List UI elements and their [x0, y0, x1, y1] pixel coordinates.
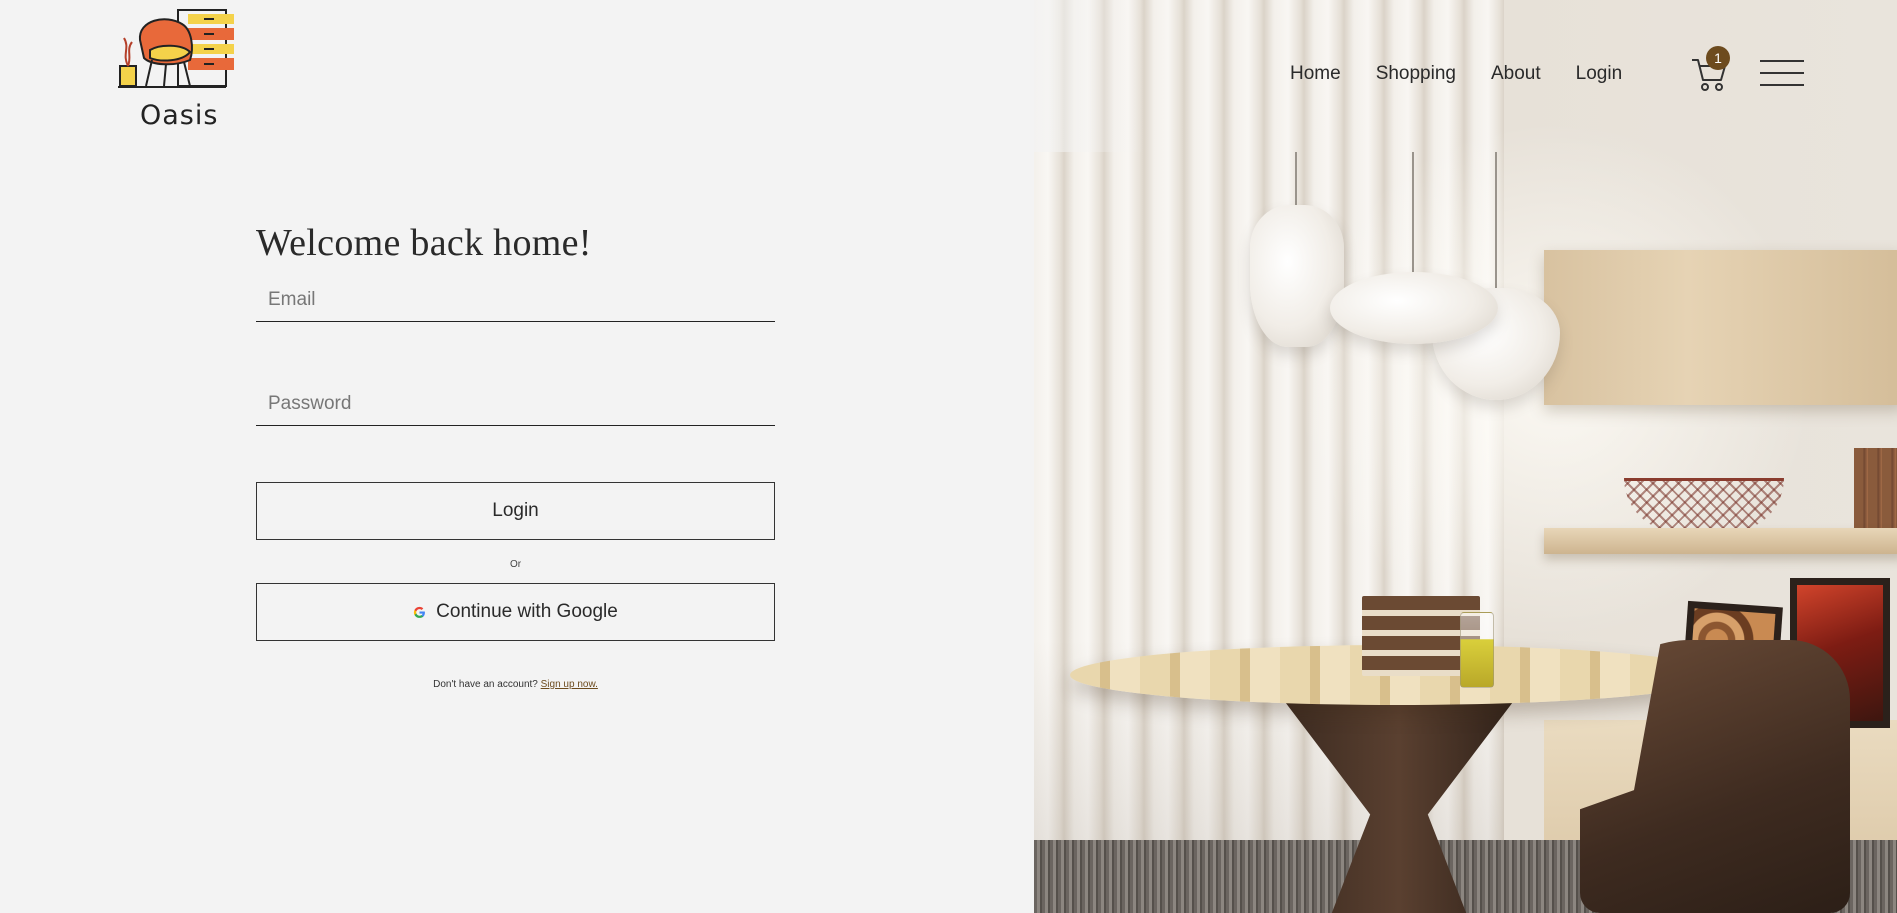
lamp-cord	[1412, 152, 1414, 274]
drinking-glass	[1460, 612, 1494, 688]
wall-shelf	[1544, 528, 1897, 554]
cart-count-badge: 1	[1706, 46, 1730, 70]
hero-fade	[1034, 0, 1144, 152]
signup-prompt-text: Don't have an account?	[433, 679, 538, 690]
email-field[interactable]	[256, 278, 775, 322]
armchair-drawers-logo-icon	[118, 9, 234, 88]
nav-shopping[interactable]: Shopping	[1376, 63, 1456, 85]
wall-cabinet	[1544, 250, 1897, 405]
brand-name: Oasis	[140, 100, 219, 131]
brand[interactable]: Oasis	[116, 8, 246, 131]
google-login-button[interactable]: Continue with Google	[256, 583, 775, 641]
shelf-books	[1854, 448, 1897, 530]
hero-interior-image	[1034, 0, 1897, 913]
nav-home[interactable]: Home	[1290, 63, 1341, 85]
pendant-lamp	[1330, 272, 1498, 344]
lamp-cord	[1495, 152, 1497, 290]
signup-prompt: Don't have an account? Sign up now.	[256, 679, 775, 690]
nav-about[interactable]: About	[1491, 63, 1541, 85]
signup-link[interactable]: Sign up now.	[541, 679, 598, 690]
login-button[interactable]: Login	[256, 482, 775, 540]
password-field[interactable]	[256, 382, 775, 426]
pendant-lamp	[1250, 205, 1344, 347]
cart-button[interactable]: 1	[1690, 46, 1734, 92]
or-divider: Or	[509, 559, 522, 570]
hamburger-menu-icon[interactable]	[1760, 60, 1804, 90]
google-button-label: Continue with Google	[436, 601, 618, 622]
page-title: Welcome back home!	[256, 222, 592, 264]
main-nav: Home Shopping About Login	[1290, 56, 1657, 92]
nav-login[interactable]: Login	[1576, 63, 1623, 85]
login-form: Welcome back home! Login Or Continue wit…	[256, 220, 775, 690]
google-g-icon	[414, 606, 426, 618]
login-button-label: Login	[492, 500, 539, 521]
lamp-cord	[1295, 152, 1297, 207]
